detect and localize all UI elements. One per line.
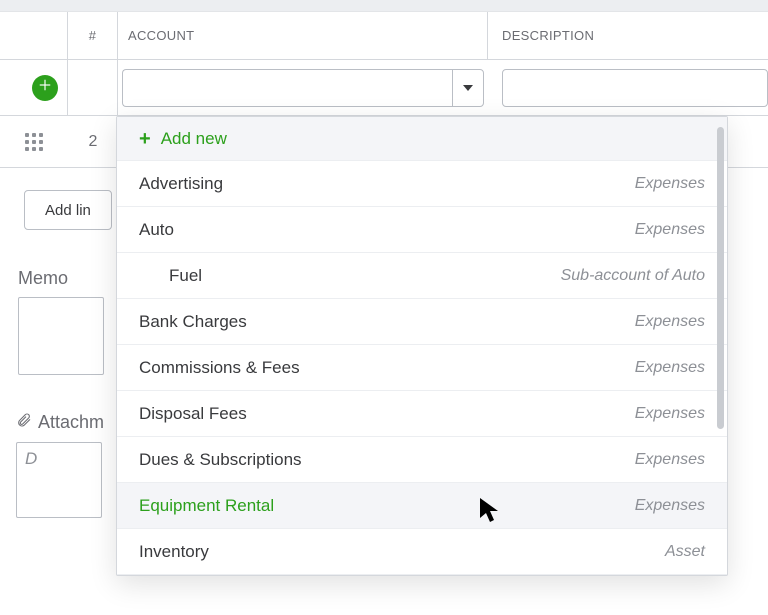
dropdown-item-name: Bank Charges: [139, 312, 247, 332]
dropdown-scrollbar[interactable]: [717, 123, 724, 569]
dropdown-item[interactable]: Fuel Sub-account of Auto: [117, 253, 727, 299]
drag-handle[interactable]: [0, 133, 68, 151]
dropdown-item[interactable]: Dues & Subscriptions Expenses: [117, 437, 727, 483]
chevron-down-icon: [463, 85, 473, 91]
dropdown-item[interactable]: Commissions & Fees Expenses: [117, 345, 727, 391]
dropdown-item-meta: Expenses: [635, 221, 705, 239]
dropdown-item-meta: Expenses: [635, 497, 705, 515]
dropdown-item-name: Dues & Subscriptions: [139, 450, 302, 470]
dropdown-add-new-label: Add new: [161, 129, 227, 149]
account-dropdown-toggle[interactable]: [452, 69, 484, 107]
plus-icon: [38, 78, 52, 97]
attachments-dropzone[interactable]: D: [16, 442, 102, 518]
account-combobox[interactable]: [122, 69, 484, 107]
dropdown-add-new[interactable]: + Add new: [117, 117, 727, 161]
scrollbar-thumb[interactable]: [717, 127, 724, 429]
dropdown-item-name: Commissions & Fees: [139, 358, 300, 378]
header-handle-col: [0, 12, 68, 59]
account-input[interactable]: [122, 69, 452, 107]
add-lines-button[interactable]: Add lin: [24, 190, 112, 230]
memo-textarea[interactable]: [18, 297, 104, 375]
line-item-row-1: [0, 60, 768, 116]
dropdown-item-meta: Expenses: [635, 359, 705, 377]
attachments-hint: D: [25, 449, 37, 468]
dropdown-item-meta: Expenses: [635, 405, 705, 423]
description-input[interactable]: [502, 69, 768, 107]
dropdown-item-name: Auto: [139, 220, 174, 240]
dropdown-item-name: Advertising: [139, 174, 223, 194]
row1-number: [68, 60, 118, 115]
add-line-button[interactable]: [32, 75, 58, 101]
plus-icon: +: [139, 129, 151, 149]
header-number-col: #: [68, 12, 118, 59]
line-items-header: # ACCOUNT DESCRIPTION: [0, 12, 768, 60]
window-top-strip: [0, 0, 768, 12]
drag-handle-icon: [25, 133, 43, 151]
dropdown-item-meta: Expenses: [635, 451, 705, 469]
dropdown-item[interactable]: Equipment Rental Expenses: [117, 483, 727, 529]
header-description-col: DESCRIPTION: [488, 12, 768, 59]
dropdown-item-name: Disposal Fees: [139, 404, 247, 424]
row-add-cell: [0, 60, 68, 115]
dropdown-item[interactable]: Bank Charges Expenses: [117, 299, 727, 345]
dropdown-item-name: Fuel: [139, 266, 202, 286]
dropdown-item[interactable]: Advertising Expenses: [117, 161, 727, 207]
dropdown-item[interactable]: Auto Expenses: [117, 207, 727, 253]
dropdown-item-meta: Asset: [665, 543, 705, 561]
dropdown-item-name: Equipment Rental: [139, 496, 274, 516]
dropdown-item[interactable]: Inventory Asset: [117, 529, 727, 575]
dropdown-item-meta: Expenses: [635, 175, 705, 193]
dropdown-item[interactable]: Disposal Fees Expenses: [117, 391, 727, 437]
row2-number: 2: [68, 133, 118, 151]
header-account-col: ACCOUNT: [118, 12, 488, 59]
dropdown-item-meta: Sub-account of Auto: [561, 267, 705, 285]
dropdown-item-name: Inventory: [139, 542, 209, 562]
account-dropdown-scroll[interactable]: + Add new Advertising Expenses Auto Expense…: [117, 117, 727, 575]
dropdown-item-meta: Expenses: [635, 313, 705, 331]
attachments-label-text: Attachm: [38, 412, 104, 433]
account-dropdown-panel: + Add new Advertising Expenses Auto Expense…: [116, 116, 728, 576]
paperclip-icon: [16, 411, 32, 434]
